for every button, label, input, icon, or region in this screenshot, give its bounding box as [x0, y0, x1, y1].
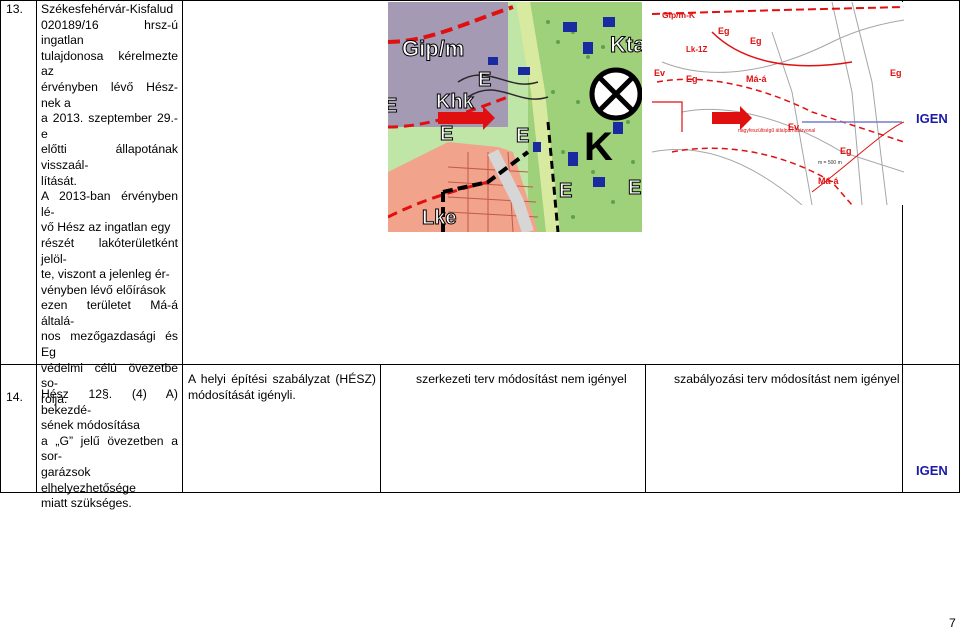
- col-border-left: [0, 0, 1, 493]
- row-14-number: 14.: [6, 390, 23, 404]
- map-label-nagyfesz: nagyfeszültségű átlalpárhatárvonal: [738, 128, 815, 134]
- map-label-e: E: [440, 123, 453, 145]
- row-13-description: Székesfehérvár-Kisfalud 020189/16 hrsz-ú…: [41, 2, 178, 407]
- map-label-eg: Eg: [686, 74, 698, 84]
- desc-line: garázsok elhelyezhetősége: [41, 464, 136, 495]
- map-label-eg: Eg: [718, 26, 730, 36]
- desc-line: ezen területet Má-á általá-: [41, 298, 178, 328]
- map-label-e: E: [559, 180, 572, 202]
- desc-line: sének módosítása: [41, 418, 140, 433]
- desc-line: miatt szükséges.: [41, 496, 132, 511]
- col-border-3-row14: [380, 364, 381, 493]
- row-14-answer: IGEN: [916, 463, 948, 478]
- map-label-kta: Kta: [610, 32, 642, 57]
- col-border-4-row14: [645, 364, 646, 493]
- desc-line: A 2013-ban érvényben lé-: [41, 189, 178, 219]
- table-border-top: [0, 0, 960, 1]
- map-label-e: E: [516, 125, 529, 147]
- desc-line: Hész 12§. (4) A) bekezdé-: [41, 387, 178, 417]
- desc-line: lítását.: [41, 173, 77, 188]
- map-label-gipk: Gip/m-K: [662, 10, 696, 20]
- desc-line: Székesfehérvár-Kisfalud: [41, 2, 174, 16]
- row-14-szerkezeti: szerkezeti terv módosítást nem igényel: [416, 372, 627, 386]
- desc-line: a 2013. szeptember 29.-e: [41, 111, 178, 141]
- desc-line: érvényben lévő Hész-nek a: [41, 79, 178, 110]
- desc-line: te, viszont a jelenleg ér-: [41, 267, 170, 282]
- map-label-e: E: [628, 177, 641, 199]
- desc-line: előtti állapotának visszaál-: [41, 142, 178, 172]
- col-border-2: [182, 0, 183, 493]
- map-label-ev: Ev: [654, 68, 665, 78]
- map-label-eg: Eg: [750, 36, 762, 46]
- page-number: 7: [949, 616, 956, 630]
- desc-line: a „G” jelű övezetben a sor-: [41, 433, 178, 464]
- desc-line: 020189/16 hrsz-ú ingatlan: [41, 17, 178, 48]
- desc-line: nos mezőgazdasági és Eg: [41, 329, 178, 360]
- row-13-number: 13.: [6, 2, 23, 16]
- desc-line: részét lakóterületként jelöl-: [41, 235, 178, 266]
- zoning-map-current: Gip/m-K Eg Lk-1Z Eg Ev Eg Má-á Eg nagyfe…: [652, 2, 904, 205]
- desc-line: vő Hész az ingatlan egy: [41, 220, 171, 235]
- row-14-description: Hész 12§. (4) A) bekezdé- sének módosítá…: [41, 387, 178, 512]
- desc-line: vényben lévő előírások: [41, 282, 166, 297]
- desc-line: tulajdonosa kérelmezte az: [41, 48, 178, 79]
- map-label-lke: Lke: [422, 207, 456, 229]
- map-label-distance: m = 500 m: [818, 160, 842, 166]
- map-label-khk: Khk: [436, 91, 475, 113]
- row-14-hesz: A helyi építési szabályzat (HÉSZ) módosí…: [188, 372, 376, 402]
- map-label-ev: Ev: [788, 122, 799, 132]
- zoning-map-previous: Gip/m Kta Khk Lke E E E E E E K: [388, 2, 642, 232]
- map-label-eg: Eg: [890, 68, 902, 78]
- map-label-eg: Eg: [840, 146, 852, 156]
- col-border-1: [36, 0, 37, 493]
- map-label-lk: Lk-1Z: [686, 45, 707, 54]
- row-13-answer: IGEN: [916, 111, 948, 126]
- map-label-maa: Má-á: [818, 176, 839, 186]
- map-label-gip: Gip/m: [402, 36, 464, 61]
- row-14-szabalyozasi: szabályozási terv módosítást nem igényel: [674, 372, 900, 386]
- map-label-maa: Má-á: [746, 74, 767, 84]
- map-label-k: K: [584, 125, 613, 169]
- map-label-e: E: [478, 69, 491, 91]
- map-label-e: E: [388, 95, 397, 117]
